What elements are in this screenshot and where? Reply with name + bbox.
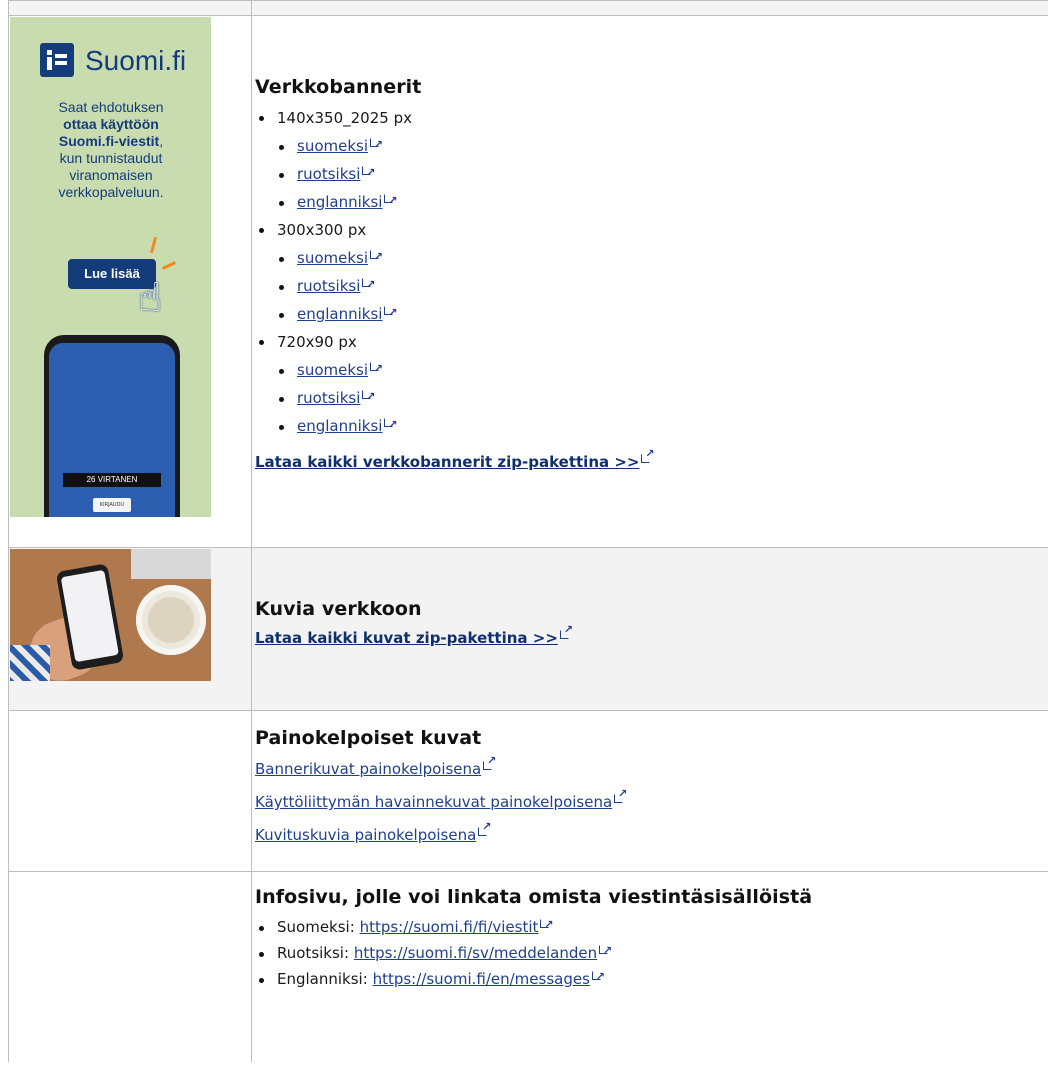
list-item: suomeksi: [277, 243, 1048, 272]
external-link-icon: [384, 411, 397, 439]
list-item: 720x90 px suomeksi ruotsiksi englanniksi: [255, 328, 1048, 440]
banner-size-list: 140x350_2025 px suomeksi ruotsiksi engla…: [255, 104, 1048, 440]
print-images-cell: Painokelpoiset kuvat Bannerikuvat painok…: [251, 710, 1048, 872]
list-item: 140x350_2025 px suomeksi ruotsiksi engla…: [255, 104, 1048, 216]
suomi-fi-logo-icon: [40, 43, 74, 77]
phone-illustration: 26 VIRTANEN KIRJAUDU: [44, 335, 180, 517]
banner-links-cell: Verkkobannerit 140x350_2025 px suomeksi …: [251, 15, 1048, 548]
table-row: Suomi.fi Saat ehdotuksen ottaa käyttöön …: [8, 15, 1048, 548]
external-link-icon: [614, 787, 627, 803]
section-title-verkkobannerit: Verkkobannerit: [255, 76, 422, 98]
resources-table: Suomi.fi Saat ehdotuksen ottaa käyttöön …: [8, 0, 1048, 1062]
link-140x350-suomeksi[interactable]: suomeksi: [297, 137, 368, 155]
list-item: suomeksi: [277, 131, 1048, 160]
spark-decoration: [149, 236, 158, 254]
external-link-icon: [483, 754, 496, 770]
link-140x350-englanniksi[interactable]: englanniksi: [297, 193, 382, 211]
info-page-cell: Infosivu, jolle voi linkata omista viest…: [251, 871, 1048, 1062]
link-720x90-ruotsiksi[interactable]: ruotsiksi: [297, 389, 360, 407]
banner-preview-cell: Suomi.fi Saat ehdotuksen ottaa käyttöön …: [8, 15, 252, 548]
list-item: Englanniksi: https://suomi.fi/en/message…: [255, 964, 1048, 992]
download-images-zip-link[interactable]: Lataa kaikki kuvat zip-pakettina >>: [255, 629, 558, 647]
external-link-icon: [540, 912, 553, 938]
external-link-icon: [370, 131, 383, 159]
external-link-icon: [370, 355, 383, 383]
list-item: ruotsiksi: [277, 159, 1048, 188]
print-banner-images-link[interactable]: Bannerikuvat painokelpoisena: [255, 760, 481, 778]
banner-text: Saat ehdotuksen ottaa käyttöön Suomi.fi-…: [58, 99, 164, 200]
banner-brand: Suomi.fi: [85, 45, 187, 76]
link-720x90-suomeksi[interactable]: suomeksi: [297, 361, 368, 379]
link-720x90-englanniksi[interactable]: englanniksi: [297, 417, 382, 435]
photo-preview-cell: [8, 547, 252, 711]
list-item: englanniksi: [277, 299, 1048, 328]
print-ui-images-link[interactable]: Käyttöliittymän havainnekuvat painokelpo…: [255, 793, 612, 811]
info-link-fi[interactable]: https://suomi.fi/fi/viestit: [360, 918, 539, 936]
list-item: 300x300 px suomeksi ruotsiksi englanniks…: [255, 216, 1048, 328]
link-140x350-ruotsiksi[interactable]: ruotsiksi: [297, 165, 360, 183]
list-item: ruotsiksi: [277, 383, 1048, 412]
section-title-painokelpoiset: Painokelpoiset kuvat: [255, 727, 482, 749]
info-link-sv[interactable]: https://suomi.fi/sv/meddelanden: [354, 944, 597, 962]
images-links-cell: Kuvia verkkoon Lataa kaikki kuvat zip-pa…: [251, 547, 1048, 711]
table-row: Painokelpoiset kuvat Bannerikuvat painok…: [8, 710, 1048, 872]
table-row: Infosivu, jolle voi linkata omista viest…: [8, 871, 1048, 1062]
download-banners-zip-link[interactable]: Lataa kaikki verkkobannerit zip-pakettin…: [255, 453, 639, 471]
list-item: Suomeksi: https://suomi.fi/fi/viestit: [255, 912, 1048, 940]
section-title-infosivu: Infosivu, jolle voi linkata omista viest…: [255, 886, 813, 908]
phone-photo-image: [10, 549, 211, 681]
list-item: Ruotsiksi: https://suomi.fi/sv/meddeland…: [255, 938, 1048, 966]
external-link-icon: [591, 964, 605, 990]
external-link-icon: [478, 820, 491, 836]
external-link-icon: [384, 299, 397, 327]
list-item: ruotsiksi: [277, 271, 1048, 300]
banner-preview-image: Suomi.fi Saat ehdotuksen ottaa käyttöön …: [10, 17, 211, 517]
external-link-icon: [641, 447, 654, 463]
spark-decoration: [162, 261, 176, 270]
pointer-hand-icon: ☝: [138, 275, 163, 321]
section-title-kuvia-verkkoon: Kuvia verkkoon: [255, 598, 422, 620]
link-300x300-suomeksi[interactable]: suomeksi: [297, 249, 368, 267]
info-links-list: Suomeksi: https://suomi.fi/fi/viestit Ru…: [255, 912, 1048, 992]
external-link-icon: [362, 271, 375, 299]
link-300x300-ruotsiksi[interactable]: ruotsiksi: [297, 277, 360, 295]
print-illustrations-link[interactable]: Kuvituskuvia painokelpoisena: [255, 826, 476, 844]
list-item: englanniksi: [277, 411, 1048, 440]
external-link-icon: [559, 623, 573, 639]
external-link-icon: [384, 187, 397, 215]
list-item: suomeksi: [277, 355, 1048, 384]
table-header-row: [8, 0, 1048, 16]
table-row: Kuvia verkkoon Lataa kaikki kuvat zip-pa…: [8, 547, 1048, 711]
info-link-en[interactable]: https://suomi.fi/en/messages: [373, 970, 590, 988]
list-item: englanniksi: [277, 187, 1048, 216]
external-link-icon: [362, 159, 375, 187]
external-link-icon: [362, 383, 375, 411]
external-link-icon: [599, 938, 612, 964]
link-300x300-englanniksi[interactable]: englanniksi: [297, 305, 382, 323]
external-link-icon: [370, 243, 383, 271]
